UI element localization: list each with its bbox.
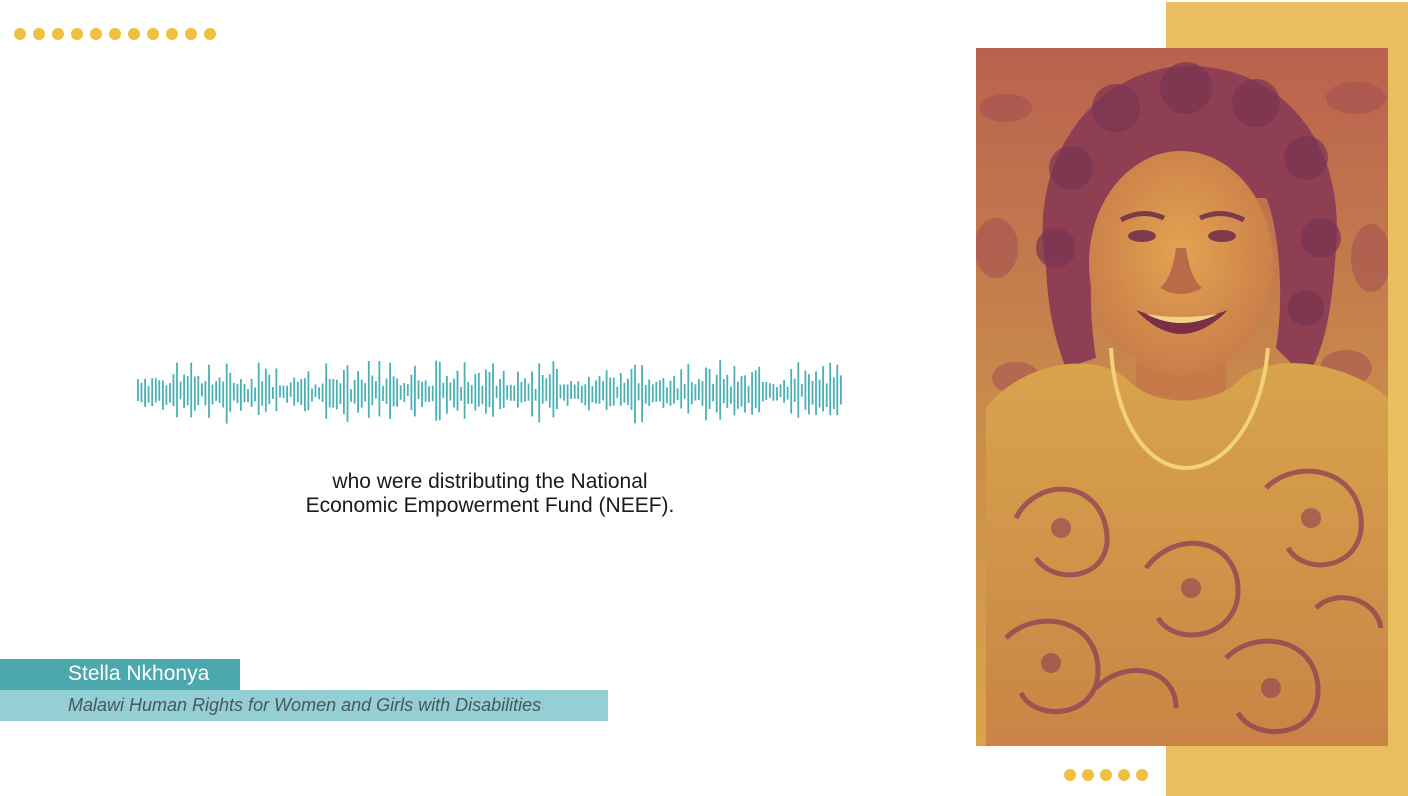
caption-line-1: who were distributing the National (332, 470, 648, 493)
dot-icon (147, 28, 159, 40)
dot-icon (90, 28, 102, 40)
speaker-organization: Malawi Human Rights for Women and Girls … (68, 695, 542, 715)
organization-bar: Malawi Human Rights for Women and Girls … (0, 690, 608, 721)
dot-icon (71, 28, 83, 40)
dot-icon (204, 28, 216, 40)
caption-line-2: Economic Empowerment Fund (NEEF). (305, 494, 675, 517)
audio-waveform-icon (137, 360, 842, 424)
dot-icon (52, 28, 64, 40)
dot-icon (185, 28, 197, 40)
speaker-portrait (976, 48, 1388, 746)
decorative-dots-bottom (1064, 769, 1148, 781)
dot-icon (1136, 769, 1148, 781)
subtitle-caption: who were distributing the National Econo… (240, 470, 740, 518)
dot-icon (166, 28, 178, 40)
dot-icon (14, 28, 26, 40)
speaker-name: Stella Nkhonya (68, 662, 210, 685)
video-frame: who were distributing the National Econo… (0, 0, 1408, 796)
dot-icon (128, 28, 140, 40)
dot-icon (109, 28, 121, 40)
dot-icon (1082, 769, 1094, 781)
dot-icon (1064, 769, 1076, 781)
dot-icon (1100, 769, 1112, 781)
dot-icon (1118, 769, 1130, 781)
dot-icon (33, 28, 45, 40)
decorative-dots-top (14, 28, 216, 40)
name-bar: Stella Nkhonya (0, 659, 240, 690)
